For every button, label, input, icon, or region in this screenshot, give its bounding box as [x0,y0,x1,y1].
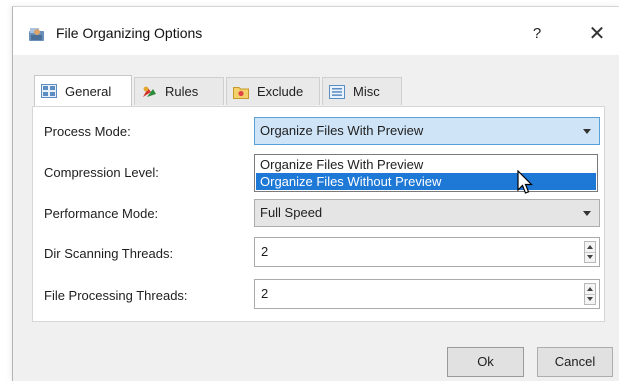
title-bar: File Organizing Options ? ✕ [13,7,619,56]
dialog-title: File Organizing Options [56,25,203,41]
spin-up-icon[interactable] [587,287,593,291]
rules-icon [143,86,156,97]
process-mode-option[interactable]: Organize Files With Preview [256,156,596,173]
general-grid-icon [41,84,57,98]
tab-misc-label: Misc [353,84,380,99]
performance-mode-label: Performance Mode: [44,206,159,221]
process-mode-value: Organize Files With Preview [260,123,424,138]
tab-general[interactable]: General [34,75,132,106]
spin-up-icon[interactable] [587,245,593,249]
file-processing-threads-spinbox[interactable]: 2 [254,279,600,309]
cancel-button[interactable]: Cancel [537,347,613,377]
misc-list-icon [329,84,345,99]
file-processing-threads-label: File Processing Threads: [44,288,188,303]
close-button[interactable]: ✕ [581,19,613,49]
file-processing-threads-value: 2 [261,286,269,301]
spin-arrows-icon[interactable] [584,283,596,305]
spin-arrows-icon[interactable] [584,241,596,263]
tab-misc[interactable]: Misc [322,77,402,105]
help-button[interactable]: ? [521,19,553,49]
chevron-down-icon[interactable] [583,129,591,134]
tab-exclude[interactable]: Exclude [226,77,320,105]
dir-scanning-threads-label: Dir Scanning Threads: [44,246,174,261]
spin-divider [585,252,595,253]
tab-exclude-label: Exclude [257,84,304,99]
tab-rules-label: Rules [165,84,199,99]
mouse-pointer-icon [517,170,533,194]
spin-down-icon[interactable] [587,297,593,301]
exclude-folder-icon [233,86,249,99]
ok-button[interactable]: Ok [447,347,524,377]
performance-mode-combobox[interactable]: Full Speed [254,199,600,227]
process-mode-combobox[interactable]: Organize Files With Preview [254,117,600,145]
tab-general-label: General [65,83,112,99]
spin-down-icon[interactable] [587,255,593,259]
spin-divider [585,294,595,295]
tab-rules[interactable]: Rules [134,77,224,105]
process-mode-option-highlighted[interactable]: Organize Files Without Preview [256,173,596,190]
app-icon [29,28,44,41]
process-mode-label: Process Mode: [44,124,131,139]
chevron-down-icon[interactable] [583,211,591,216]
dir-scanning-threads-value: 2 [261,244,269,259]
performance-mode-value: Full Speed [260,205,323,220]
dir-scanning-threads-spinbox[interactable]: 2 [254,237,600,267]
compression-level-label: Compression Level: [44,165,159,180]
process-mode-dropdown-list: Organize Files With Preview Organize Fil… [254,154,598,192]
